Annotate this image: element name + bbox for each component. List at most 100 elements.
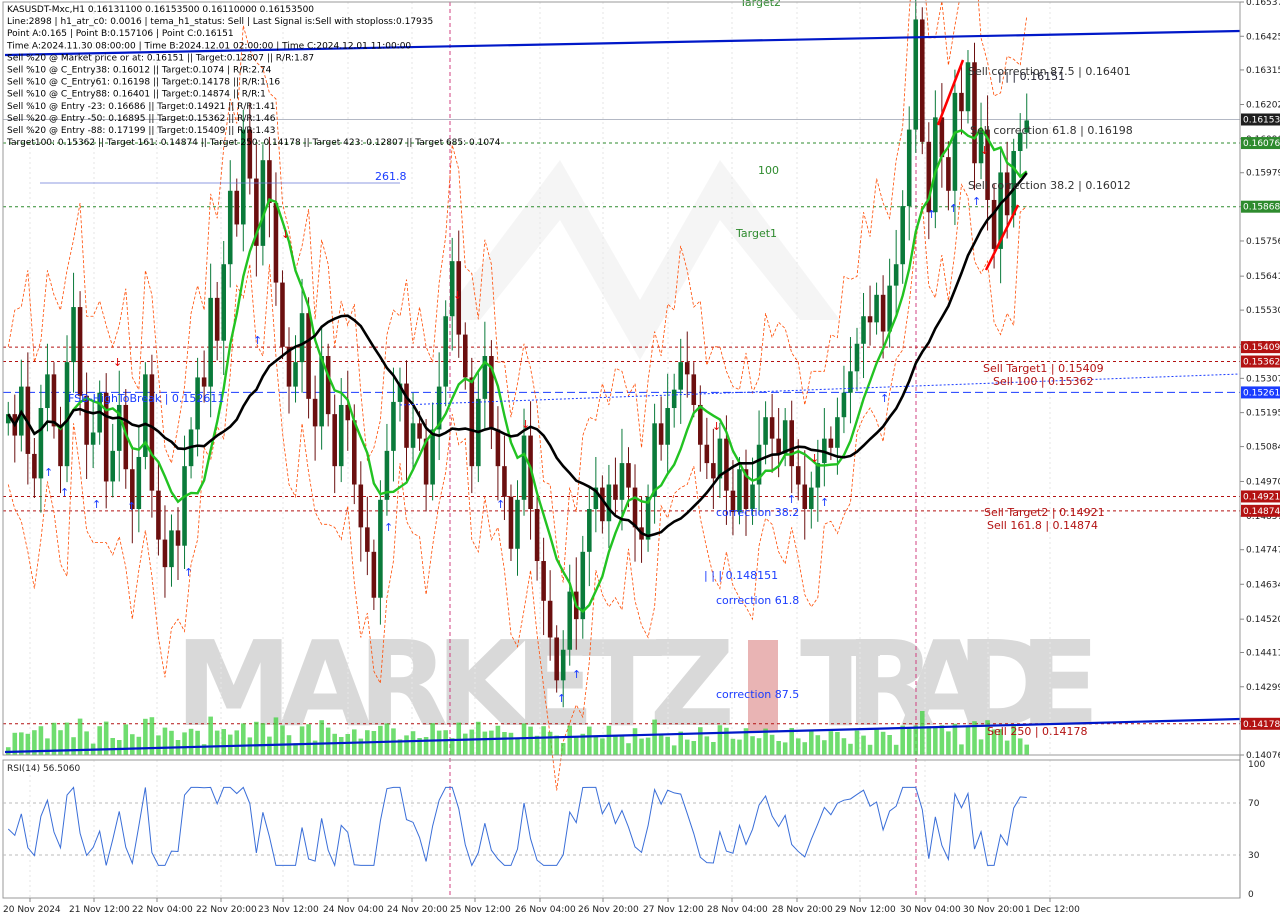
volume-bar [332,733,337,755]
candle-body [867,316,873,323]
buy-arrow-icon: ↑ [496,498,505,511]
level-label: Sell Target2 | 0.14921 [984,506,1105,519]
sell-arrow-icon: ↓ [521,418,530,431]
y-tick-label: 0.15530 [1246,306,1280,316]
candle-body [227,190,233,265]
volume-bar [946,731,951,755]
candle-body [156,490,161,540]
candle-body [214,297,220,341]
candle-body [469,377,475,467]
candle-body [515,499,520,549]
candle-body [221,264,226,341]
candle-body [632,487,638,528]
candle-body [521,435,527,500]
header-line: Sell %20 @ Market price or at: 0.16151 |… [7,53,314,63]
price-tag-label: 0.14178 [1243,720,1280,730]
candle-body [136,456,142,509]
candle-body [952,92,958,191]
x-tick-label: 29 Nov 12:00 [835,905,896,915]
y-tick-label: 0.16202 [1246,101,1280,111]
candle-body [671,389,677,409]
volume-bar [828,731,834,755]
volume-bar [469,729,475,755]
volume-bar [149,717,155,755]
volume-bar [71,737,76,755]
volume-bar [560,743,566,755]
candle-body [854,343,860,372]
buy-arrow-icon: ↑ [44,466,53,479]
candle-body [247,129,253,179]
volume-bar [671,745,677,755]
price-tag-label: 0.15362 [1243,358,1280,368]
buy-arrow-icon: ↑ [253,334,262,347]
watermark-text: MARKETZ [175,615,735,753]
candle-body [652,423,657,497]
annotation-label: | | | 0.16151 [998,70,1065,83]
volume-bar [482,731,488,755]
candle-body [169,530,174,568]
annotation-label: 261.8 [375,170,407,183]
candle-body [913,19,919,130]
volume-bar [515,738,520,755]
candle-body [724,438,729,491]
candle-body [946,157,951,191]
candle-body [443,316,448,387]
volume-bar [443,730,448,755]
volume-bar [593,735,599,755]
volume-bar [436,730,442,755]
volume-bar [273,717,279,755]
sell-arrow-icon: ↓ [281,228,290,241]
x-tick-label: 23 Nov 12:00 [258,905,319,915]
level-label: Sell Target1 | 0.15409 [983,362,1104,375]
price-tag-label: 0.14921 [1243,492,1280,502]
x-tick-label: 22 Nov 04:00 [132,905,193,915]
y-tick-label: 0.14970 [1246,477,1280,487]
candle-body [280,282,285,347]
candle-body [887,285,892,332]
volume-bar [241,723,246,755]
y-tick-label: 0.15084 [1246,443,1280,453]
volume-bar [410,731,416,755]
volume-bar [887,735,892,755]
rsi-level-label: 70 [1248,799,1260,809]
rsi-level-label: 100 [1248,760,1265,770]
candle-body [502,466,507,497]
price-tag-label: 0.16076 [1243,139,1280,149]
volume-bar [978,739,984,755]
buy-arrow-icon: ↑ [972,195,981,208]
volume-bar [626,743,631,755]
candle-body [319,356,324,427]
volume-bar [587,726,592,755]
volume-bar [306,724,311,755]
candle-body [802,484,808,509]
level-label: Target2 [739,0,781,9]
candle-body [495,429,501,467]
candle-body [939,117,945,158]
volume-bar [97,726,102,755]
volume-bar [234,730,240,755]
y-tick-label: 0.14076 [1246,751,1280,761]
candle-body [110,450,116,482]
volume-bar [1017,738,1023,755]
candle-body [906,129,912,207]
candle-body [260,160,266,246]
volume-bar [939,725,945,755]
volume-bar [645,737,651,755]
level-label: Sell 250 | 0.14178 [987,725,1088,738]
volume-bar [110,738,116,755]
buy-arrow-icon: ↑ [949,202,958,215]
volume-bar [600,738,605,755]
volume-bar [573,736,579,755]
header-line: Sell %20 @ Entry -50: 0.16895 || Target:… [7,114,276,124]
candle-body [835,417,840,448]
candle-body [959,92,964,112]
volume-bar [299,726,305,755]
volume-bar [495,725,501,755]
rsi-label: RSI(14) 56.5060 [7,764,80,774]
volume-bar [260,723,266,755]
volume-bar [776,741,781,755]
volume-bar [1024,744,1030,755]
buy-arrow-icon: ↑ [60,486,69,499]
annotation-label: Sell correction 38.2 | 0.16012 [968,179,1131,192]
buy-arrow-icon: ↑ [880,392,889,405]
